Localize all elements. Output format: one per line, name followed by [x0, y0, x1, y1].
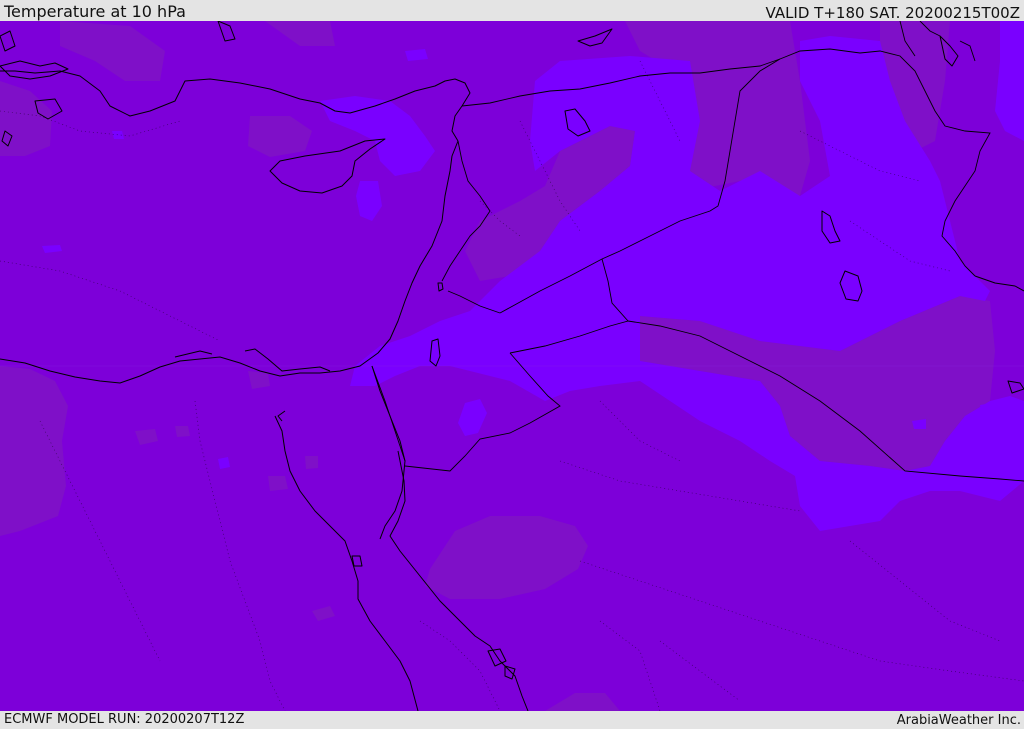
footer-bar: ECMWF MODEL RUN: 20200207T12Z ArabiaWeat…: [0, 711, 1024, 729]
map-title: Temperature at 10 hPa: [4, 2, 186, 21]
model-run-label: ECMWF MODEL RUN: 20200207T12Z: [4, 712, 245, 727]
header-bar: Temperature at 10 hPa VALID T+180 SAT. 2…: [0, 0, 1024, 21]
map-canvas: [0, 21, 1024, 711]
credit-label: ArabiaWeather Inc.: [896, 713, 1021, 728]
weather-map[interactable]: [0, 21, 1024, 711]
valid-time: VALID T+180 SAT. 20200215T00Z: [765, 4, 1020, 22]
